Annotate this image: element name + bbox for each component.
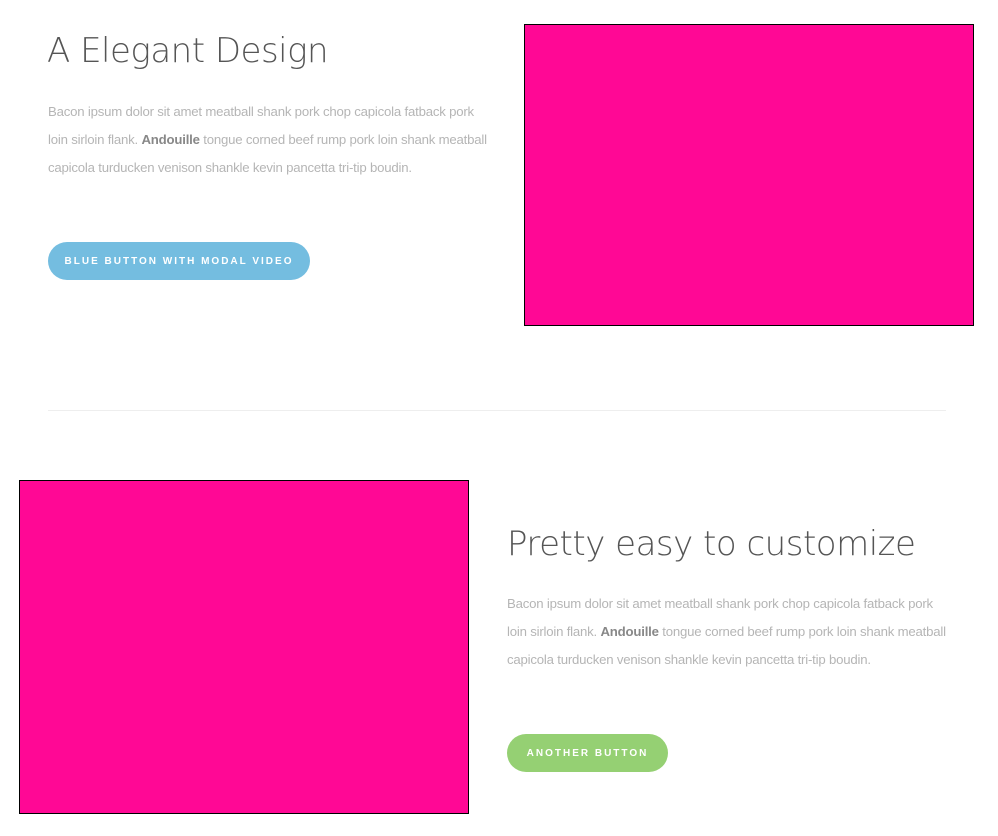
bold-text: Andouille <box>600 624 659 639</box>
section2-title: Pretty easy to customize <box>507 524 916 564</box>
section1-title: A Elegant Design <box>47 31 329 71</box>
section2-paragraph: Bacon ipsum dolor sit amet meatball shan… <box>507 590 952 674</box>
another-button[interactable]: ANOTHER BUTTON <box>507 734 668 772</box>
blue-modal-video-button[interactable]: BLUE BUTTON WITH MODAL VIDEO <box>48 242 310 280</box>
section-divider <box>48 410 946 411</box>
section1-image-placeholder <box>524 24 974 326</box>
section1-paragraph: Bacon ipsum dolor sit amet meatball shan… <box>48 98 493 182</box>
bold-text: Andouille <box>141 132 200 147</box>
section2-image-placeholder <box>19 480 469 814</box>
